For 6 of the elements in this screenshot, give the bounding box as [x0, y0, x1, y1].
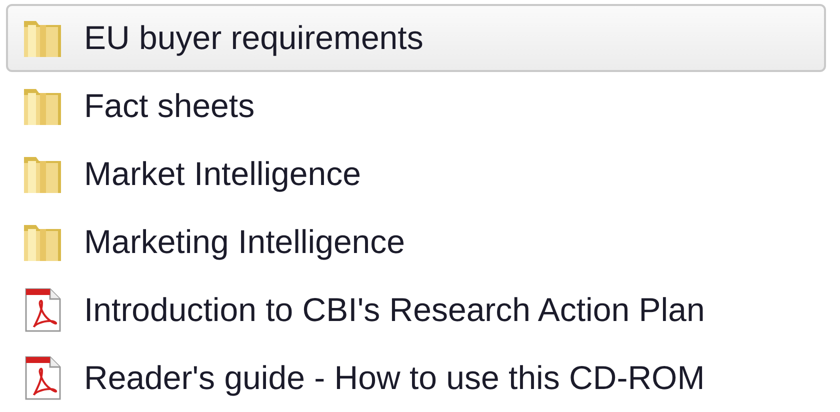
folder-item[interactable]: Marketing Intelligence	[6, 208, 826, 276]
file-item[interactable]: Reader's guide - How to use this CD-ROM	[6, 344, 826, 412]
folder-item[interactable]: Fact sheets	[6, 72, 826, 140]
file-item[interactable]: Introduction to CBI's Research Action Plan	[6, 276, 826, 344]
folder-item[interactable]: Market Intelligence	[6, 140, 826, 208]
folder-item[interactable]: EU buyer requirements	[6, 4, 826, 72]
